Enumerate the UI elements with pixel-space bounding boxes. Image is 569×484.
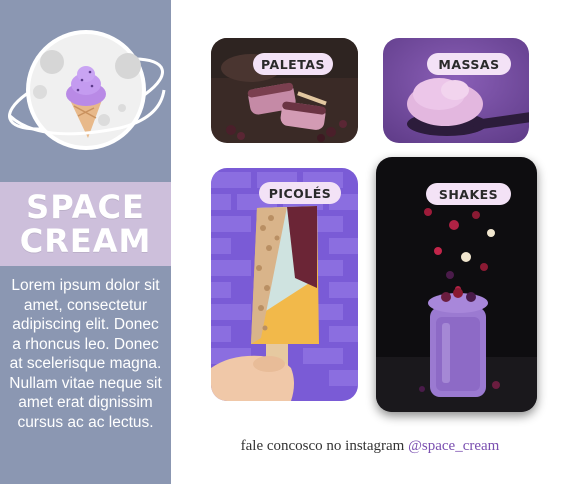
sidebar-description: Lorem ipsum dolor sit amet, consectetur … (9, 277, 162, 431)
footer-text: fale concosco no instagram (240, 438, 405, 454)
sidebar: SPACE CREAM Lorem ipsum dolor sit amet, … (0, 0, 171, 484)
category-label-shakes: SHAKES (426, 183, 511, 205)
category-card-paletas[interactable]: PALETAS (211, 38, 358, 143)
footer: fale concosco no instagram @space_cream (200, 438, 540, 455)
logo[interactable] (0, 20, 171, 160)
category-card-shakes[interactable]: SHAKES (376, 157, 537, 412)
category-card-picoles[interactable]: PICOLÉS (211, 168, 358, 401)
category-card-massas[interactable]: MASSAS (383, 38, 529, 143)
brand-name-line2: CREAM (19, 222, 152, 260)
brand-name-line1: SPACE (26, 188, 145, 226)
planet-ice-cream-icon (7, 30, 166, 150)
category-label-massas: MASSAS (427, 53, 511, 75)
category-label-paletas: PALETAS (253, 53, 333, 75)
instagram-link[interactable]: @space_cream (408, 438, 499, 454)
category-label-picoles: PICOLÉS (259, 182, 341, 204)
brand-band: SPACE CREAM (0, 182, 171, 266)
